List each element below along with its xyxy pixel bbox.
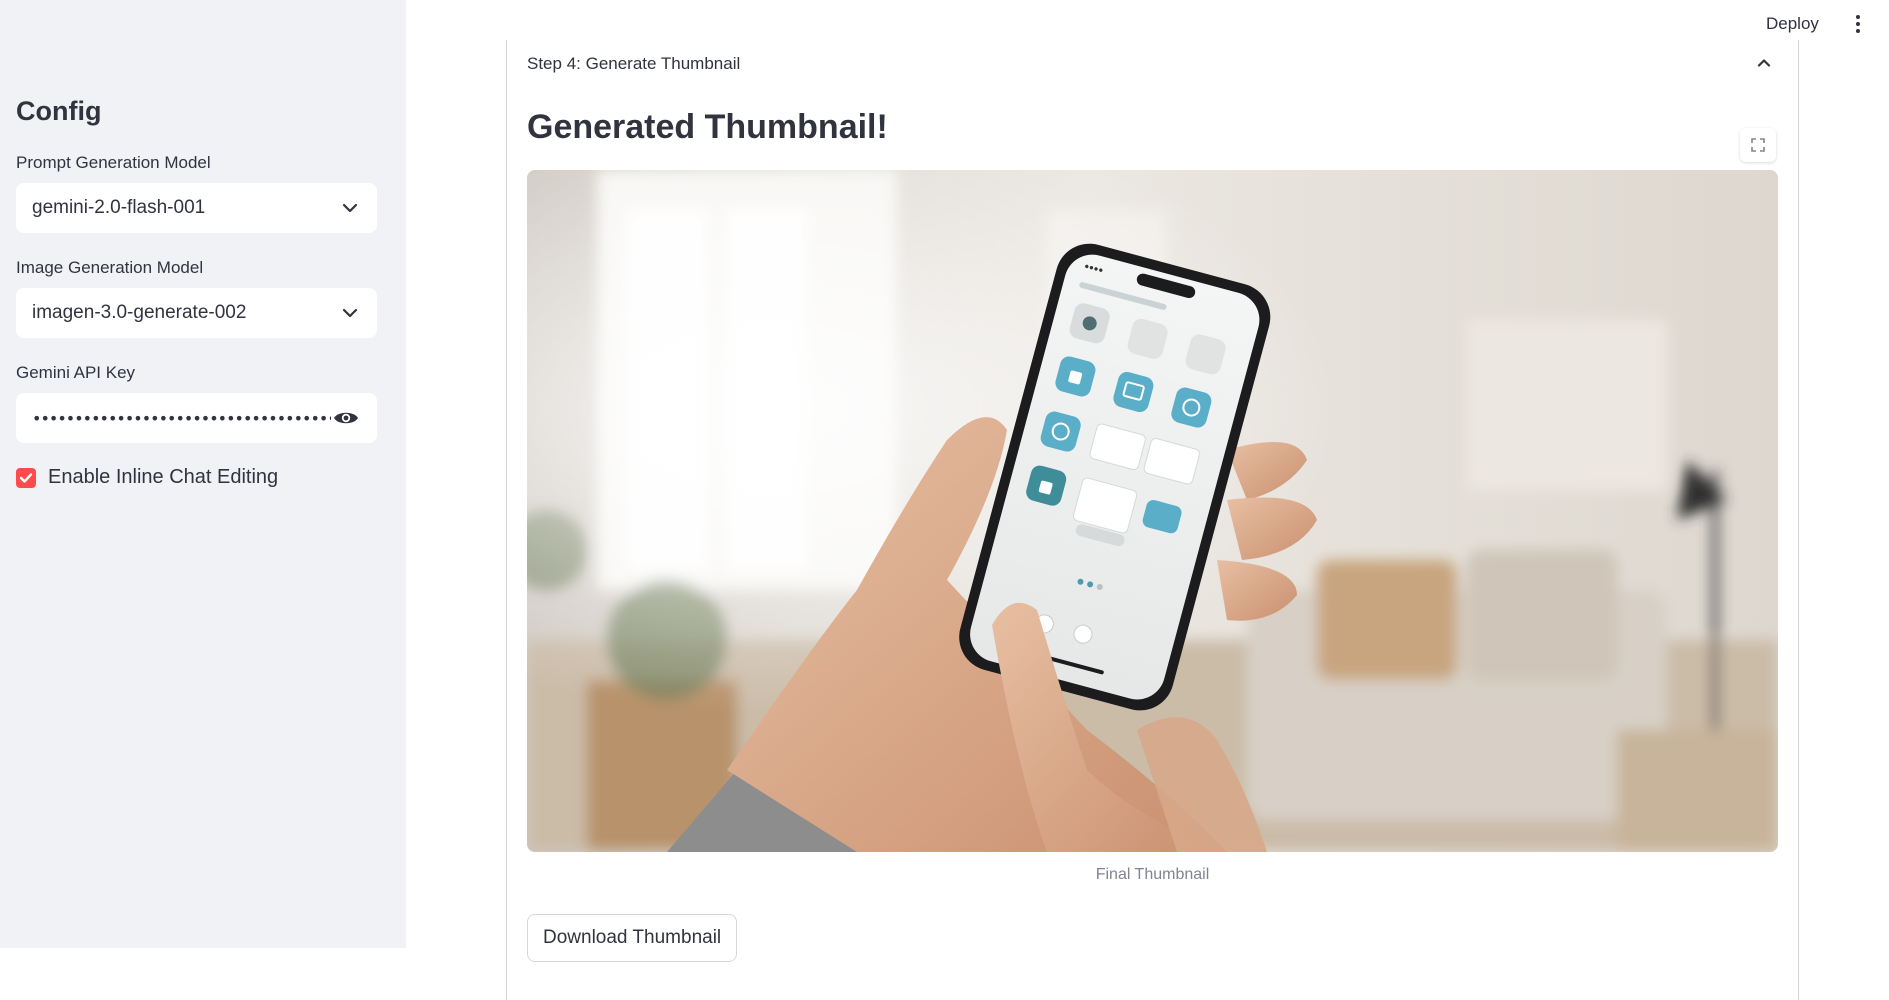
deploy-button[interactable]: Deploy xyxy=(1760,12,1825,36)
prompt-model-select[interactable]: gemini-2.0-flash-001 xyxy=(16,183,377,233)
sidebar: Config Prompt Generation Model gemini-2.… xyxy=(0,0,406,948)
chevron-down-icon xyxy=(339,302,361,324)
image-caption: Final Thumbnail xyxy=(1095,866,1210,883)
inline-chat-label: Enable Inline Chat Editing xyxy=(48,466,279,488)
expander-header[interactable]: Step 4: Generate Thumbnail xyxy=(507,40,1798,86)
download-thumbnail-button[interactable]: Download Thumbnail xyxy=(527,914,738,962)
checkbox-checked-icon[interactable] xyxy=(16,467,36,488)
fullscreen-icon[interactable] xyxy=(1740,128,1776,162)
generated-thumbnail-image: ●●●● xyxy=(527,170,1778,852)
prompt-model-label: Prompt Generation Model xyxy=(16,153,211,172)
expander-title: Step 4: Generate Thumbnail xyxy=(527,54,741,73)
image-model-label: Image Generation Model xyxy=(16,258,204,277)
eye-icon[interactable] xyxy=(331,407,361,429)
image-model-select[interactable]: imagen-3.0-generate-002 xyxy=(16,288,377,338)
chevron-down-icon xyxy=(339,197,361,219)
step4-expander: Step 4: Generate Thumbnail Generated Thu… xyxy=(506,40,1799,1000)
page-title: Generated Thumbnail! xyxy=(527,108,888,146)
main-menu-icon[interactable] xyxy=(1849,12,1867,36)
chevron-up-icon[interactable] xyxy=(1754,52,1774,72)
api-key-input[interactable]: •••••••••••••••••••••••••••••••••••••• xyxy=(16,393,377,443)
image-model-value: imagen-3.0-generate-002 xyxy=(32,302,247,323)
sidebar-title: Config xyxy=(16,96,102,126)
api-key-masked-value: •••••••••••••••••••••••••••••••••••••• xyxy=(32,408,331,428)
prompt-model-value: gemini-2.0-flash-001 xyxy=(32,197,206,218)
inline-chat-checkbox-row[interactable]: Enable Inline Chat Editing xyxy=(16,466,278,489)
api-key-label: Gemini API Key xyxy=(16,363,136,382)
